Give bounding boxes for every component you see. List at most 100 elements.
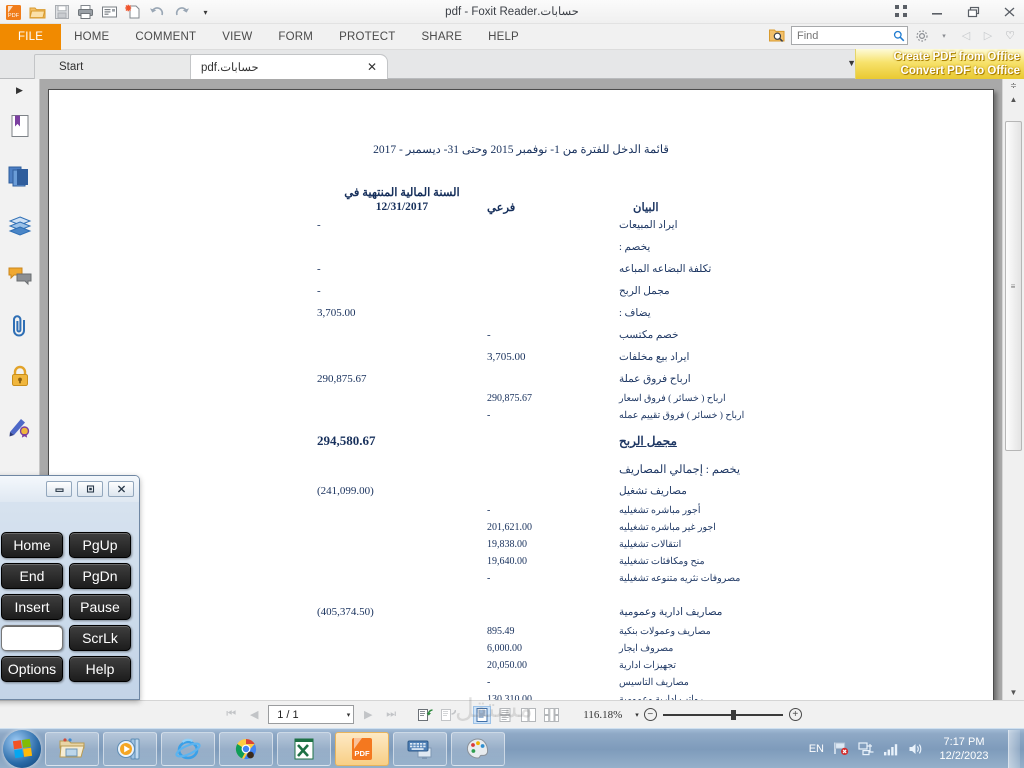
osk-key-row: ScrLk xyxy=(0,625,133,651)
osk-key[interactable]: ScrLk xyxy=(69,625,131,651)
close-icon[interactable]: ✕ xyxy=(367,60,377,74)
menu-item-home[interactable]: HOME xyxy=(61,24,122,50)
page-thumbnails-icon[interactable] xyxy=(0,151,39,201)
menu-item-form[interactable]: FORM xyxy=(265,24,326,50)
menu-item-comment[interactable]: COMMENT xyxy=(122,24,209,50)
search-icon[interactable] xyxy=(893,29,905,43)
menu-item-help[interactable]: HELP xyxy=(475,24,532,50)
osk-key[interactable]: PgDn xyxy=(69,563,131,589)
last-page-icon[interactable]: ⏭ xyxy=(382,706,400,724)
zoom-out-button[interactable]: − xyxy=(643,708,657,721)
taskbar-foxit-reader-button[interactable]: PDF xyxy=(335,731,389,766)
row-label: مجمل الربح xyxy=(619,433,677,448)
row-label: مصاريف التاسيس xyxy=(619,678,689,688)
close-button[interactable] xyxy=(998,2,1020,21)
row-sub-amount: 201,621.00 xyxy=(487,522,532,533)
restore-small-icon[interactable] xyxy=(890,2,912,21)
clock[interactable]: 7:17 PM 12/2/2023 xyxy=(933,735,995,763)
search-input-wrapper[interactable] xyxy=(791,26,908,45)
taskbar-file-explorer-button[interactable] xyxy=(45,731,99,766)
gear-caret-icon[interactable]: ▾ xyxy=(936,27,952,44)
minimize-button[interactable] xyxy=(926,2,948,21)
taskbar-paint-button[interactable] xyxy=(451,731,505,766)
first-page-icon[interactable]: ⏮ xyxy=(222,706,240,724)
promo-banner[interactable]: Create PDF from Office Convert PDF to Of… xyxy=(855,49,1024,79)
taskbar-internet-explorer-button[interactable] xyxy=(161,731,215,766)
maximize-button[interactable] xyxy=(962,2,984,21)
scroll-up-button[interactable]: ▲ xyxy=(1003,91,1024,107)
continuous-view-icon[interactable] xyxy=(496,706,514,724)
row-label: تكلفة البضاعه المباعه xyxy=(619,264,712,275)
facing-continuous-view-icon[interactable] xyxy=(542,706,560,724)
language-indicator[interactable]: EN xyxy=(809,743,824,755)
osk-close-button[interactable] xyxy=(108,481,134,497)
osk-restore-button[interactable] xyxy=(77,481,103,497)
row-label: اجور غير مباشره تشغيليه xyxy=(619,523,716,533)
scroll-down-button[interactable]: ▼ xyxy=(1003,684,1024,700)
on-screen-keyboard-window[interactable]: Home PgUp End PgDn Insert Pause ScrLk Options He… xyxy=(0,475,140,700)
menu-item-protect[interactable]: PROTECT xyxy=(326,24,408,50)
row-sub-amount: - xyxy=(487,329,491,341)
vertical-scrollbar[interactable]: ≑ ▲ ≡ ▼ xyxy=(1002,79,1024,700)
taskbar-excel-button[interactable] xyxy=(277,731,331,766)
previous-view-icon[interactable]: ◁ xyxy=(958,27,974,44)
table-row: انتقالات تشغيلية 19,838.00 xyxy=(49,536,993,553)
document-viewer[interactable]: قائمة الدخل للفترة من 1- نوفمبر 2015 وحت… xyxy=(40,79,1002,700)
zoom-slider[interactable]: − + xyxy=(643,708,802,721)
expand-pane-icon[interactable]: ▶ xyxy=(0,79,39,101)
gear-icon[interactable] xyxy=(914,27,930,44)
scrollbar-thumb[interactable]: ≡ xyxy=(1005,121,1022,451)
show-desktop-button[interactable] xyxy=(1008,729,1020,768)
action-center-flag-icon[interactable] xyxy=(833,741,849,757)
row-main-amount: (405,374.50) xyxy=(317,606,374,618)
attachments-icon[interactable] xyxy=(0,301,39,351)
zoom-slider-thumb[interactable] xyxy=(730,709,736,720)
tab-document[interactable]: حسابات.pdf ✕ xyxy=(190,54,388,79)
single-page-view-icon[interactable] xyxy=(473,705,492,724)
favorite-heart-icon[interactable]: ♡ xyxy=(1002,27,1018,44)
osk-key[interactable]: Help xyxy=(69,656,131,682)
rotate-left-icon[interactable] xyxy=(416,706,434,724)
menu-item-file[interactable]: FILE xyxy=(0,24,62,50)
tab-start[interactable]: Start xyxy=(34,54,204,79)
taskbar-google-chrome-button[interactable] xyxy=(219,731,273,766)
osk-key[interactable]: PgUp xyxy=(69,532,131,558)
osk-key[interactable]: Pause xyxy=(69,594,131,620)
table-row-spacer xyxy=(49,587,993,601)
osk-minimize-button[interactable] xyxy=(46,481,72,497)
osk-key[interactable] xyxy=(1,625,63,651)
signal-bars-icon[interactable] xyxy=(883,741,899,757)
next-page-icon[interactable]: ▶ xyxy=(359,706,377,724)
taskbar-on-screen-keyboard-button[interactable] xyxy=(393,731,447,766)
menu-item-share[interactable]: SHARE xyxy=(408,24,475,50)
next-view-icon[interactable]: ▷ xyxy=(980,27,996,44)
search-input[interactable] xyxy=(797,29,893,42)
facing-view-icon[interactable] xyxy=(519,706,537,724)
split-view-handle[interactable]: ≑ xyxy=(1003,79,1024,91)
find-tool-icon[interactable] xyxy=(768,27,785,44)
osk-key[interactable]: Insert xyxy=(1,594,63,620)
previous-page-icon[interactable]: ◀ xyxy=(245,706,263,724)
taskbar-media-player-button[interactable] xyxy=(103,731,157,766)
rotate-right-icon[interactable] xyxy=(439,706,457,724)
digital-signature-icon[interactable] xyxy=(0,401,39,451)
security-lock-icon[interactable] xyxy=(0,351,39,401)
comments-icon[interactable] xyxy=(0,251,39,301)
start-button[interactable] xyxy=(3,729,41,768)
bookmarks-icon[interactable] xyxy=(0,101,39,151)
osk-key[interactable]: End xyxy=(1,563,63,589)
page-number-input[interactable]: 1 / 1 ▾ xyxy=(268,705,355,724)
layers-icon[interactable] xyxy=(0,201,39,251)
zoom-in-button[interactable]: + xyxy=(788,708,802,721)
row-label: يضاف : xyxy=(619,308,651,319)
chevron-down-icon[interactable]: ▾ xyxy=(347,711,351,719)
row-label: يخصم : إجمالي المصاريف xyxy=(619,464,741,476)
network-icon[interactable] xyxy=(858,741,874,757)
volume-icon[interactable] xyxy=(908,741,924,757)
menu-item-view[interactable]: VIEW xyxy=(209,24,265,50)
zoom-dropdown-icon[interactable]: ▾ xyxy=(635,711,639,719)
title-bar: PDF ▾ حسابات.pdf - Foxit Reader xyxy=(0,0,1024,24)
zoom-slider-track[interactable] xyxy=(662,709,783,720)
osk-key[interactable]: Options xyxy=(1,656,63,682)
osk-key[interactable]: Home xyxy=(1,532,63,558)
